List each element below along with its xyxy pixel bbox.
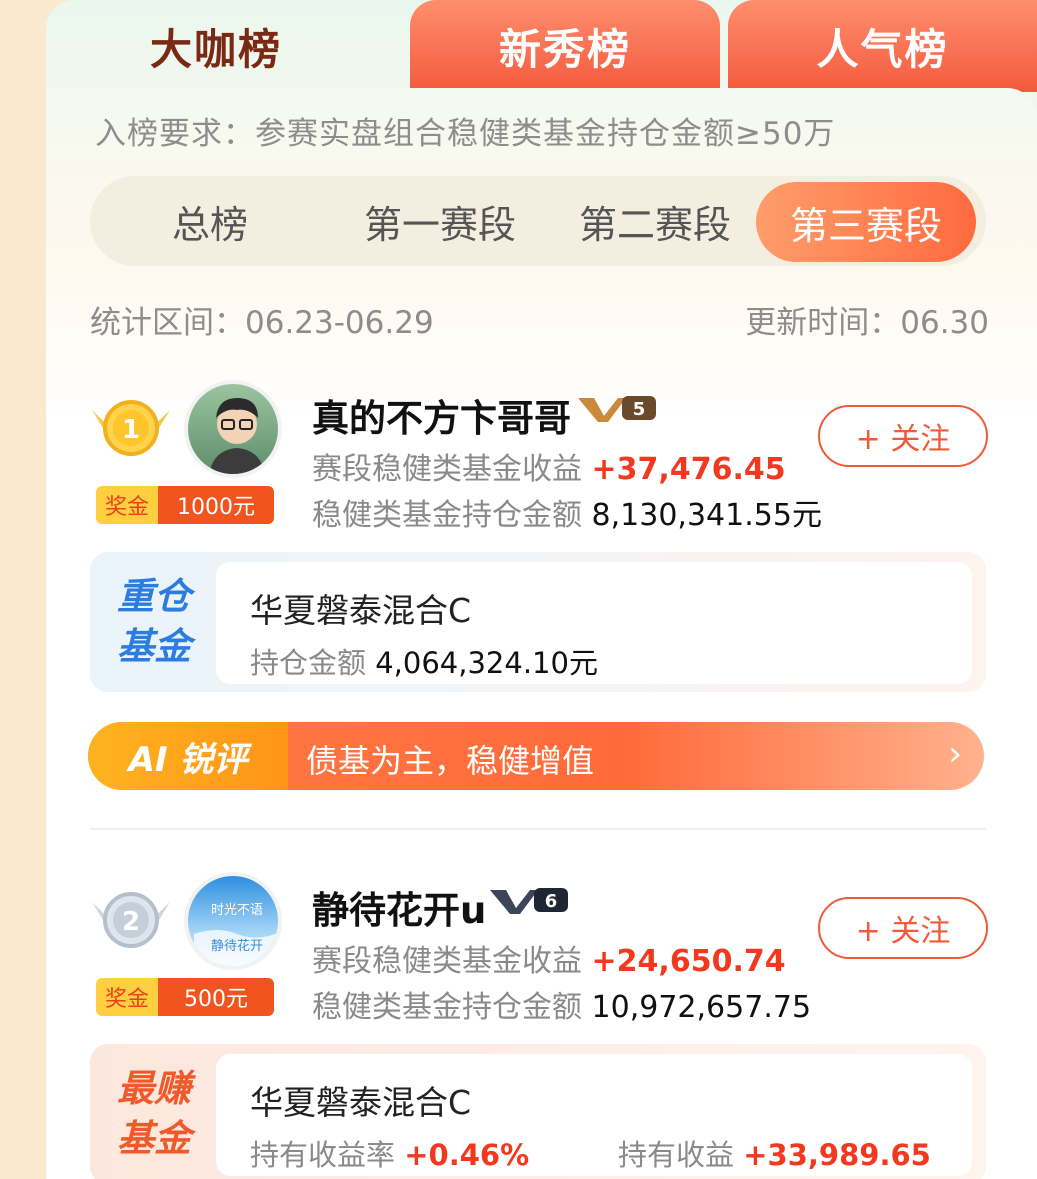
chevron-right-icon: ›	[948, 734, 962, 774]
tab-newcomer[interactable]: 新秀榜	[410, 0, 720, 92]
avatar[interactable]	[184, 380, 282, 478]
rank-label: 1	[122, 415, 140, 445]
level-badge-icon: 6	[490, 888, 568, 914]
fund-tag: 重仓 基金	[90, 552, 218, 692]
prize-badge: 奖金 500元	[96, 978, 274, 1016]
user-name[interactable]: 静待花开u	[312, 880, 486, 934]
holding-value: 8,130,341.55元	[591, 498, 822, 533]
ai-tag: AI 锐评	[88, 722, 288, 790]
prize-label: 奖金	[96, 486, 158, 524]
segment-total[interactable]: 总榜	[120, 176, 300, 266]
fund-profit: 持有收益 +33,989.65	[618, 1132, 931, 1174]
return-value: +24,650.74	[591, 944, 786, 979]
fund-holding-label: 持仓金额	[250, 646, 367, 680]
fund-rate-label: 持有收益率	[250, 1138, 396, 1172]
prize-badge: 奖金 1000元	[96, 486, 274, 524]
return-value: +37,476.45	[591, 452, 786, 487]
fund-rate-value: +0.46%	[404, 1138, 530, 1172]
divider	[90, 828, 986, 830]
rank-label: 2	[122, 907, 140, 937]
segment-third[interactable]: 第三赛段	[756, 182, 976, 262]
return-label: 赛段稳健类基金收益	[312, 944, 582, 979]
fund-tag-line1: 最赚	[117, 1067, 191, 1110]
silver-medal-icon: 2	[92, 892, 170, 948]
level-badge-icon: 5	[578, 396, 656, 422]
entry-requirement: 入榜要求：参赛实盘组合稳健类基金持仓金额≥50万	[95, 116, 836, 152]
segment-second[interactable]: 第二赛段	[560, 176, 750, 266]
fund-name: 华夏磐泰混合C	[250, 591, 472, 630]
follow-button[interactable]: + 关注	[818, 405, 988, 467]
fund-tag: 最赚 基金	[90, 1044, 218, 1179]
avatar-text-2: 静待花开	[211, 938, 263, 954]
user-name[interactable]: 真的不方卞哥哥	[312, 388, 571, 442]
prize-label: 奖金	[96, 978, 158, 1016]
fund-tag-line1: 重仓	[117, 575, 191, 618]
fund-profit-value: +33,989.65	[743, 1138, 931, 1172]
segment-first[interactable]: 第一赛段	[340, 176, 540, 266]
ai-comment-text: 债基为主，稳健增值	[306, 742, 595, 780]
fund-holding-value: 4,064,324.10元	[375, 646, 598, 680]
tab-expert[interactable]: 大咖榜	[46, 0, 386, 92]
avatar-text-1: 时光不语	[211, 903, 263, 918]
gold-medal-icon: 1	[92, 400, 170, 456]
ai-comment-bar[interactable]: AI 锐评 债基为主，稳健增值 ›	[88, 722, 984, 790]
fund-holding: 持仓金额 4,064,324.10元	[250, 640, 598, 682]
holding-label: 稳健类基金持仓金额	[312, 498, 582, 533]
segment-return: 赛段稳健类基金收益 +24,650.74	[312, 936, 786, 980]
fund-name: 华夏磐泰混合C	[250, 1083, 472, 1122]
holding-value: 10,972,657.75	[591, 990, 812, 1025]
level-label: 5	[633, 399, 646, 420]
update-time: 更新时间：06.30	[745, 305, 989, 341]
segment-return: 赛段稳健类基金收益 +37,476.45	[312, 444, 786, 488]
fund-info: 华夏磐泰混合C 持有收益率 +0.46% 持有收益 +33,989.65	[216, 1054, 972, 1176]
prize-value: 500元	[158, 978, 274, 1016]
holding-amount: 稳健类基金持仓金额 10,972,657.75	[312, 982, 811, 1026]
fund-info: 华夏磐泰混合C 持仓金额 4,064,324.10元	[216, 562, 972, 684]
return-label: 赛段稳健类基金收益	[312, 452, 582, 487]
prize-value: 1000元	[158, 486, 274, 524]
fund-tag-line2: 基金	[117, 1117, 191, 1160]
tab-popular[interactable]: 人气榜	[728, 0, 1037, 92]
fund-tag-line2: 基金	[117, 625, 191, 668]
follow-button[interactable]: + 关注	[818, 897, 988, 959]
level-label: 6	[545, 891, 558, 912]
heavy-fund-card[interactable]: 重仓 基金 华夏磐泰混合C 持仓金额 4,064,324.10元	[90, 552, 986, 692]
stat-period: 统计区间：06.23-06.29	[90, 305, 434, 341]
holding-amount: 稳健类基金持仓金额 8,130,341.55元	[312, 490, 822, 534]
top-earning-fund-card[interactable]: 最赚 基金 华夏磐泰混合C 持有收益率 +0.46% 持有收益 +33,989.…	[90, 1044, 986, 1179]
fund-return-rate: 持有收益率 +0.46%	[250, 1132, 529, 1174]
fund-profit-label: 持有收益	[618, 1138, 735, 1172]
holding-label: 稳健类基金持仓金额	[312, 990, 582, 1025]
avatar[interactable]: 时光不语 静待花开	[184, 872, 282, 970]
